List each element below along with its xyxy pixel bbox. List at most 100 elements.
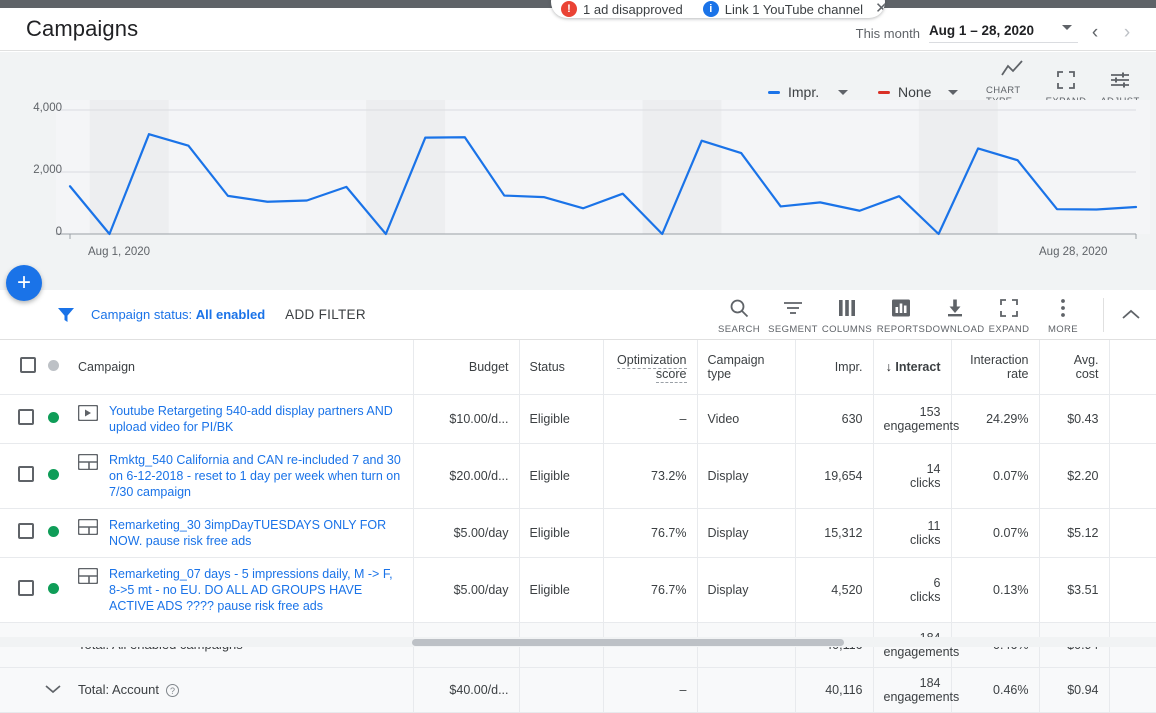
columns-button[interactable]: COLUMNS xyxy=(821,295,873,335)
status-dot-header xyxy=(38,340,68,395)
metric-color-swatch xyxy=(768,90,780,94)
interaction-rate-cell: 24.29% xyxy=(951,394,1040,444)
budget-cell[interactable]: $5.00/day xyxy=(413,508,520,558)
metric-label: Impr. xyxy=(788,84,820,100)
segment-button[interactable]: SEGMENT xyxy=(767,295,819,335)
col-header-campaign[interactable]: Campaign xyxy=(68,340,414,395)
row-checkbox[interactable] xyxy=(18,580,34,596)
budget-cell[interactable]: $5.00/day xyxy=(413,557,520,623)
row-checkbox[interactable] xyxy=(18,466,34,482)
search-button[interactable]: SEARCH xyxy=(713,295,765,335)
row-checkbox[interactable] xyxy=(18,409,34,425)
col-header-campaign-type[interactable]: Campaign type xyxy=(697,340,796,395)
campaign-name-cell: Remarketing_30 3impDayTUESDAYS ONLY FOR … xyxy=(68,508,414,558)
interactions-cell: 14 clicks xyxy=(873,443,952,509)
col-header-interaction-rate[interactable]: Interaction rate xyxy=(951,340,1040,395)
create-campaign-fab[interactable]: + xyxy=(6,265,42,301)
table-header-row: Campaign Budget Status Optimization scor… xyxy=(0,340,1156,395)
col-header-status[interactable]: Status xyxy=(519,340,604,395)
impr-cell: 15,312 xyxy=(795,508,874,558)
interactions-cell: 11 clicks xyxy=(873,508,952,558)
chevron-down-icon[interactable] xyxy=(838,89,848,95)
expand-icon xyxy=(1000,295,1018,321)
video-icon xyxy=(77,404,99,424)
row-select-cell xyxy=(0,443,38,509)
status-enabled-icon xyxy=(47,412,59,423)
optimization-score-cell[interactable]: – xyxy=(603,394,698,444)
add-filter-button[interactable]: ADD FILTER xyxy=(285,307,366,322)
col-header-optimization-score[interactable]: Optimization score xyxy=(603,340,698,395)
date-prev-button[interactable]: ‹ xyxy=(1080,18,1110,48)
impr-cell: 19,654 xyxy=(795,443,874,509)
notification-pill[interactable]: ! 1 ad disapproved i Link 1 YouTube chan… xyxy=(551,0,885,18)
alert-icon: ! xyxy=(561,1,577,17)
row-spacer-cell xyxy=(1109,443,1156,509)
chevron-down-icon[interactable] xyxy=(1062,25,1072,30)
total-label: Total: Account xyxy=(78,681,159,697)
col-header-avg-cost[interactable]: Avg. cost xyxy=(1039,340,1110,395)
filter-icon[interactable] xyxy=(57,306,75,324)
budget-cell[interactable]: $10.00/d... xyxy=(413,394,520,444)
campaign-link[interactable]: Youtube Retargeting 540-add display part… xyxy=(109,403,403,435)
campaign-link[interactable]: Remarketing_30 3impDayTUESDAYS ONLY FOR … xyxy=(109,517,403,549)
date-next-button[interactable]: › xyxy=(1112,18,1142,48)
chevron-down-icon[interactable] xyxy=(948,89,958,95)
total-spacer-cell xyxy=(0,667,38,713)
campaigns-table: Campaign Budget Status Optimization scor… xyxy=(0,340,1156,713)
collapse-chart-button[interactable] xyxy=(1114,298,1148,332)
optimization-score-cell[interactable]: 73.2% xyxy=(603,443,698,509)
interaction-rate-cell: 0.07% xyxy=(951,508,1040,558)
campaign-link[interactable]: Remarketing_07 days - 5 impressions dail… xyxy=(109,566,403,614)
filter-chip-campaign-status[interactable]: Campaign status: All enabled xyxy=(91,307,265,322)
budget-cell[interactable]: $20.00/d... xyxy=(413,443,520,509)
total-impr-cell: 40,116 xyxy=(795,667,874,713)
scrollbar-thumb[interactable] xyxy=(412,639,844,646)
chart-panel: Impr. None CHART TYPE EXPAND xyxy=(0,52,1156,290)
avg-cost-cell: $5.12 xyxy=(1039,508,1110,558)
campaign-name-cell: Youtube Retargeting 540-add display part… xyxy=(68,394,414,444)
campaign-type-cell: Display xyxy=(697,443,796,509)
y-axis-tick-label: 2,000 xyxy=(33,164,62,176)
total-expand-cell[interactable] xyxy=(38,667,68,713)
avg-cost-cell: $0.43 xyxy=(1039,394,1110,444)
row-checkbox[interactable] xyxy=(18,523,34,539)
campaign-type-cell: Display xyxy=(697,557,796,623)
notification-item-ad-disapproved[interactable]: ! 1 ad disapproved xyxy=(561,1,683,17)
table-row[interactable]: Youtube Retargeting 540-add display part… xyxy=(0,394,1156,444)
sort-descending-icon: ↓ xyxy=(885,359,892,374)
total-avg-cost-cell: $0.94 xyxy=(1039,667,1110,713)
select-all-cell xyxy=(0,340,38,395)
table-expand-button[interactable]: EXPAND xyxy=(983,295,1035,335)
row-spacer-cell xyxy=(1109,394,1156,444)
table-body: Youtube Retargeting 540-add display part… xyxy=(0,394,1156,713)
download-button[interactable]: DOWNLOAD xyxy=(925,295,984,335)
more-button[interactable]: MORE xyxy=(1037,295,1089,335)
date-range-picker[interactable]: This month Aug 1 – 28, 2020 ‹ › xyxy=(856,18,1142,48)
optimization-score-cell[interactable]: 76.7% xyxy=(603,557,698,623)
reports-button[interactable]: REPORTS xyxy=(875,295,927,335)
table-row[interactable]: Rmktg_540 California and CAN re-included… xyxy=(0,443,1156,509)
date-range-value[interactable]: Aug 1 – 28, 2020 xyxy=(928,23,1078,43)
table-tools: SEARCH SEGMENT COLUMNS REPORTS DOWNLOAD xyxy=(711,295,1156,335)
row-spacer-cell xyxy=(1109,557,1156,623)
adjust-icon xyxy=(1110,67,1130,93)
horizontal-scrollbar[interactable] xyxy=(0,637,1156,647)
table-row[interactable]: Remarketing_30 3impDayTUESDAYS ONLY FOR … xyxy=(0,508,1156,558)
optimization-score-cell[interactable]: 76.7% xyxy=(603,508,698,558)
campaign-link[interactable]: Rmktg_540 California and CAN re-included… xyxy=(109,452,403,500)
select-all-checkbox[interactable] xyxy=(20,357,36,374)
total-budget-cell: $40.00/d... xyxy=(413,667,520,713)
reports-icon xyxy=(891,295,911,321)
total-campaign-type-cell xyxy=(697,667,796,713)
chevron-up-icon xyxy=(1122,309,1140,319)
impr-cell: 630 xyxy=(795,394,874,444)
col-header-impr[interactable]: Impr. xyxy=(795,340,874,395)
help-icon[interactable]: ? xyxy=(165,684,179,698)
col-header-interactions[interactable]: ↓ Interact xyxy=(873,340,952,395)
table-row[interactable]: Remarketing_07 days - 5 impressions dail… xyxy=(0,557,1156,623)
notification-item-link-youtube[interactable]: i Link 1 YouTube channel xyxy=(702,1,863,17)
col-header-budget[interactable]: Budget xyxy=(413,340,520,395)
total-optimization-score-cell: – xyxy=(603,667,698,713)
status-cell: Eligible xyxy=(519,394,604,444)
campaign-type-cell: Video xyxy=(697,394,796,444)
